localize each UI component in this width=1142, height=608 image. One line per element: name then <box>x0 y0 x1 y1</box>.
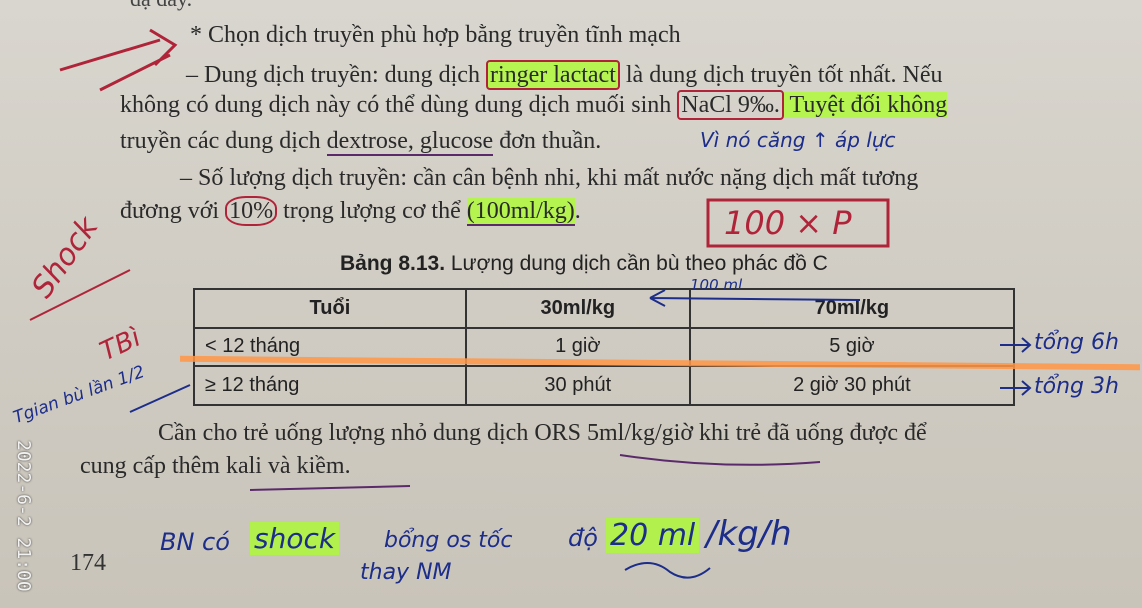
bottom-note-a: BN có <box>160 528 230 556</box>
arrow-100ml-label: 100 ml <box>690 276 743 294</box>
textbook-page: dạ dày. * Chọn dịch truyền phù hợp bằng … <box>0 0 1142 608</box>
formula-100xP: 100 × P <box>724 204 852 242</box>
date-stamp: 2022-6-2 21:00 <box>13 440 34 592</box>
bottom-note-e: thay NM <box>360 560 452 585</box>
ink-strokes <box>29 28 1032 579</box>
bottom-note-d: /kg/h <box>706 514 792 554</box>
bottom-20ml-highlight: 20 ml <box>606 518 700 553</box>
total-3h-note: tổng 3h <box>1034 374 1119 399</box>
bottom-note-b: bổng os tốc <box>384 528 513 553</box>
bottom-shock-highlight: shock <box>250 522 340 555</box>
bottom-note-c: độ <box>568 524 598 552</box>
total-6h-note: tổng 6h <box>1034 330 1119 355</box>
note-viral: Vì nó căng ↑ áp lực <box>700 128 896 152</box>
